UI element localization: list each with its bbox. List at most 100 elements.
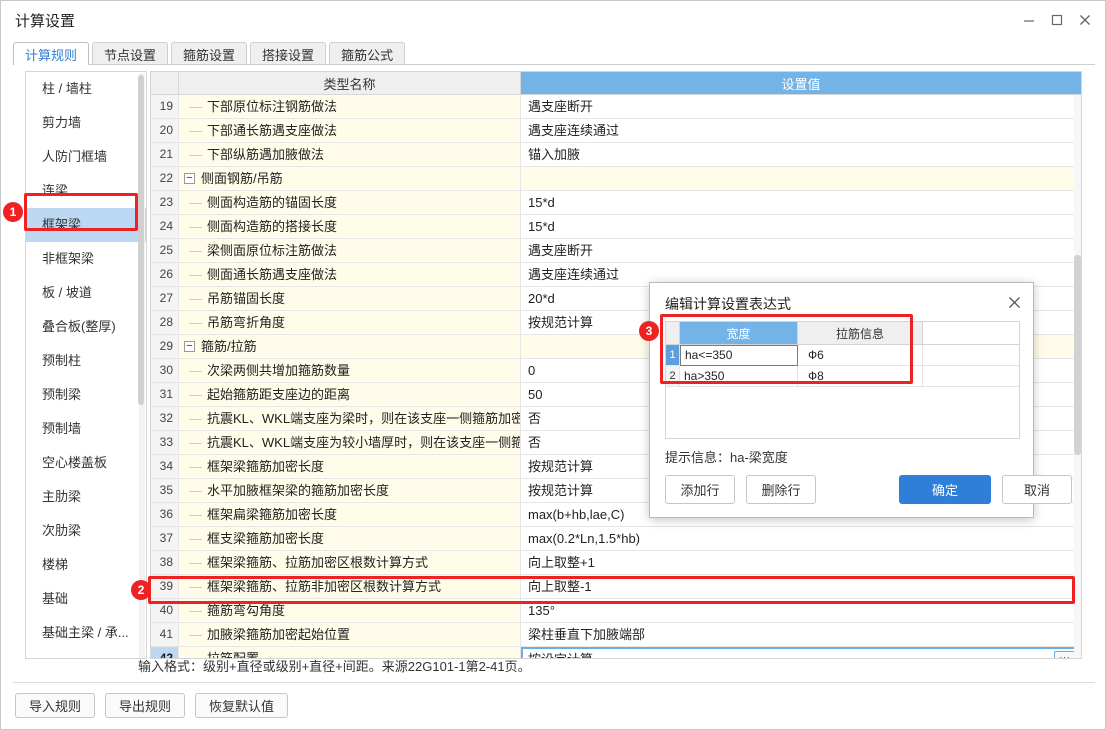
- row-label: — 箍筋弯勾角度: [179, 599, 521, 622]
- dialog-table-row[interactable]: 1 ha<=350 Ф6: [666, 345, 1019, 366]
- row-value[interactable]: 15*d: [521, 191, 1081, 214]
- delete-row-button[interactable]: 删除行: [746, 475, 816, 504]
- sidebar-item-secondary-rib-beam[interactable]: 次肋梁: [26, 514, 146, 548]
- dialog-tie-info-cell[interactable]: Ф6: [798, 345, 923, 365]
- row-label-text: 吊筋弯折角度: [207, 315, 286, 330]
- sidebar-item-foundation[interactable]: 基础: [26, 582, 146, 616]
- sidebar-item-foundation-secondary-beam[interactable]: 基础次梁: [26, 650, 146, 658]
- dialog-expression-grid[interactable]: 宽度 拉筋信息 1 ha<=350 Ф6 2 ha>350 Ф8: [665, 321, 1020, 439]
- export-rules-button[interactable]: 导出规则: [105, 693, 186, 718]
- row-label-text: 箍筋/拉筋: [201, 339, 257, 354]
- row-label: — 侧面通长筋遇支座做法: [179, 263, 521, 286]
- row-label: — 抗震KL、WKL端支座为梁时，则在该支座一侧箍筋加密: [179, 407, 521, 430]
- collapse-icon[interactable]: −: [184, 173, 195, 185]
- sidebar-item-hollow-floor-slab[interactable]: 空心楼盖板: [26, 446, 146, 480]
- tab-stirrup-formula[interactable]: 箍筋公式: [329, 42, 406, 65]
- sidebar-item-foundation-main-beam[interactable]: 基础主梁 / 承...: [26, 616, 146, 650]
- tree-tick-icon: —: [189, 195, 202, 210]
- row-value[interactable]: 135°: [521, 599, 1081, 622]
- row-value[interactable]: 锚入加腋: [521, 143, 1081, 166]
- dialog-table-row[interactable]: 2 ha>350 Ф8: [666, 366, 1019, 387]
- tree-tick-icon: —: [189, 243, 202, 258]
- grid-scrollbar[interactable]: [1074, 95, 1081, 658]
- input-format-hint: 输入格式：级别+直径或级别+直径+间距。来源22G101-1第2-41页。: [138, 659, 531, 674]
- table-row[interactable]: 19 — 下部原位标注钢筋做法 遇支座断开: [151, 95, 1081, 119]
- row-label: — 加腋梁箍筋加密起始位置: [179, 623, 521, 646]
- table-row[interactable]: 38 — 框架梁箍筋、拉筋加密区根数计算方式 向上取整+1: [151, 551, 1081, 575]
- row-label-text: 侧面钢筋/吊筋: [201, 171, 283, 186]
- table-row-group[interactable]: 22− 侧面钢筋/吊筋: [151, 167, 1081, 191]
- row-number: 31: [151, 383, 179, 406]
- row-value[interactable]: 向上取整+1: [521, 551, 1081, 574]
- sidebar-item-precast-column[interactable]: 预制柱: [26, 344, 146, 378]
- cancel-button[interactable]: 取消: [1002, 475, 1072, 504]
- tab-lap-settings[interactable]: 搭接设置: [250, 42, 327, 65]
- row-value[interactable]: max(0.2*Ln,1.5*hb): [521, 527, 1081, 550]
- row-value[interactable]: 15*d: [521, 215, 1081, 238]
- tab-stirrup-settings[interactable]: 箍筋设置: [171, 42, 248, 65]
- sidebar-item-shear-wall[interactable]: 剪力墙: [26, 106, 146, 140]
- row-number: 25: [151, 239, 179, 262]
- category-sidebar[interactable]: 柱 / 墙柱 剪力墙 人防门框墙 连梁 框架梁 非框架梁 板 / 坡道 叠合板(…: [25, 71, 147, 659]
- confirm-button[interactable]: 确定: [899, 475, 991, 504]
- sidebar-scroll-thumb[interactable]: [138, 75, 144, 405]
- tree-tick-icon: —: [189, 555, 202, 570]
- row-number: 36: [151, 503, 179, 526]
- minimize-icon[interactable]: [1015, 7, 1043, 33]
- annotation-badge-3: 3: [639, 321, 659, 341]
- collapse-icon[interactable]: −: [184, 341, 195, 353]
- row-value[interactable]: 遇支座断开: [521, 95, 1081, 118]
- sidebar-item-slab-ramp[interactable]: 板 / 坡道: [26, 276, 146, 310]
- row-number: 38: [151, 551, 179, 574]
- close-icon[interactable]: [1071, 7, 1099, 33]
- grid-scroll-thumb[interactable]: [1074, 255, 1081, 455]
- dialog-tie-info-cell[interactable]: Ф8: [798, 366, 923, 386]
- row-value[interactable]: 向上取整-1: [521, 575, 1081, 598]
- row-label-text: 侧面构造筋的锚固长度: [207, 195, 338, 210]
- tab-calculation-rules[interactable]: 计算规则: [13, 42, 90, 65]
- row-label: — 下部通长筋遇支座做法: [179, 119, 521, 142]
- sidebar-item-non-frame-beam[interactable]: 非框架梁: [26, 242, 146, 276]
- row-value[interactable]: 遇支座连续通过: [521, 119, 1081, 142]
- ellipsis-button[interactable]: ⋯: [1054, 651, 1076, 658]
- row-label-text: 框架梁箍筋、拉筋加密区根数计算方式: [207, 555, 429, 570]
- sidebar-item-composite-slab[interactable]: 叠合板(整厚): [26, 310, 146, 344]
- table-row[interactable]: 40 — 箍筋弯勾角度 135°: [151, 599, 1081, 623]
- sidebar-scrollbar[interactable]: [138, 73, 145, 658]
- row-label-text: 侧面构造筋的搭接长度: [207, 219, 338, 234]
- table-row[interactable]: 23 — 侧面构造筋的锚固长度 15*d: [151, 191, 1081, 215]
- tree-tick-icon: —: [189, 531, 202, 546]
- sidebar-item-main-rib-beam[interactable]: 主肋梁: [26, 480, 146, 514]
- sidebar-item-stair[interactable]: 楼梯: [26, 548, 146, 582]
- table-row[interactable]: 20 — 下部通长筋遇支座做法 遇支座连续通过: [151, 119, 1081, 143]
- table-row[interactable]: 25 — 梁侧面原位标注筋做法 遇支座断开: [151, 239, 1081, 263]
- maximize-icon[interactable]: [1043, 7, 1071, 33]
- row-value-text: 按设定计算: [528, 649, 593, 658]
- row-label: — 水平加腋框架梁的箍筋加密长度: [179, 479, 521, 502]
- sidebar-item-coupling-beam[interactable]: 连梁: [26, 174, 146, 208]
- sidebar-item-frame-beam[interactable]: 框架梁: [26, 208, 146, 242]
- dialog-row-number: 1: [666, 345, 680, 365]
- table-row[interactable]: 37 — 框支梁箍筋加密长度 max(0.2*Ln,1.5*hb): [151, 527, 1081, 551]
- tab-node-settings[interactable]: 节点设置: [92, 42, 169, 65]
- row-label-text: 框架扁梁箍筋加密长度: [207, 507, 338, 522]
- dialog-width-cell[interactable]: ha<=350: [680, 345, 798, 366]
- dialog-close-icon[interactable]: [1004, 292, 1024, 312]
- table-row[interactable]: 41 — 加腋梁箍筋加密起始位置 梁柱垂直下加腋端部: [151, 623, 1081, 647]
- sidebar-item-precast-wall[interactable]: 预制墙: [26, 412, 146, 446]
- row-label-text: 下部通长筋遇支座做法: [207, 123, 338, 138]
- table-row[interactable]: 39 — 框架梁箍筋、拉筋非加密区根数计算方式 向上取整-1: [151, 575, 1081, 599]
- tree-tick-icon: —: [189, 459, 202, 474]
- table-row[interactable]: 21 — 下部纵筋遇加腋做法 锚入加腋: [151, 143, 1081, 167]
- sidebar-item-blast-door-frame-wall[interactable]: 人防门框墙: [26, 140, 146, 174]
- tie-rebar-value-editor[interactable]: 按设定计算 ⋯: [521, 647, 1081, 658]
- sidebar-item-column-wallcolumn[interactable]: 柱 / 墙柱: [26, 72, 146, 106]
- table-row[interactable]: 24 — 侧面构造筋的搭接长度 15*d: [151, 215, 1081, 239]
- row-value[interactable]: 遇支座断开: [521, 239, 1081, 262]
- add-row-button[interactable]: 添加行: [665, 475, 735, 504]
- sidebar-item-precast-beam[interactable]: 预制梁: [26, 378, 146, 412]
- restore-defaults-button[interactable]: 恢复默认值: [195, 693, 289, 718]
- dialog-width-cell[interactable]: ha>350: [680, 366, 798, 386]
- import-rules-button[interactable]: 导入规则: [15, 693, 96, 718]
- row-value[interactable]: 梁柱垂直下加腋端部: [521, 623, 1081, 646]
